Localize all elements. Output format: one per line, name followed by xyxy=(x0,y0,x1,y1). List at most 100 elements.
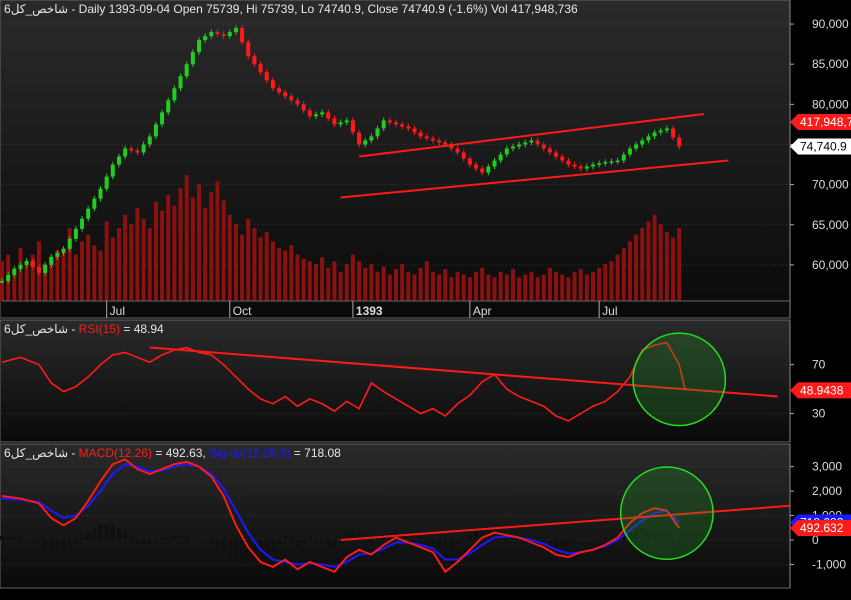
candle-body xyxy=(406,126,411,129)
candle-body xyxy=(394,122,398,125)
candle-body xyxy=(178,76,183,89)
y-tick-label: 80,000 xyxy=(812,97,849,111)
y-tick-label: 3,000 xyxy=(812,460,842,474)
y-tick-label: 60,000 xyxy=(812,258,849,272)
y-tick-label: 30 xyxy=(812,407,826,421)
rsi-title: 6شاخص_کل - RSI(15) = 48.94 xyxy=(4,322,164,336)
candle-body xyxy=(357,132,362,145)
candle-body xyxy=(498,154,503,161)
candle-body xyxy=(455,148,460,153)
candle-body xyxy=(12,268,17,275)
y-tick-label: -1,000 xyxy=(812,557,846,571)
signal-value: = 718.08 xyxy=(290,446,341,460)
candle-body xyxy=(381,120,386,129)
candle-body xyxy=(387,120,392,123)
candle-body xyxy=(664,128,669,131)
candle-body xyxy=(86,208,91,219)
candle-body xyxy=(277,88,282,93)
candle-body xyxy=(560,156,565,161)
candle-body xyxy=(0,280,4,283)
candle-body xyxy=(320,112,325,115)
candle-body xyxy=(55,252,60,257)
chart-title: 6شاخص_کل - Daily 1393-09-04 Open 75739, … xyxy=(4,2,578,16)
candle-body xyxy=(578,166,583,169)
candle-body xyxy=(597,163,602,165)
candle-body xyxy=(209,32,214,37)
candle-body xyxy=(67,238,72,249)
candle-body xyxy=(677,137,682,147)
candle-body xyxy=(338,122,343,125)
candle-body xyxy=(203,36,208,41)
macd-title-prefix: 6شاخص_کل - xyxy=(4,446,79,460)
candle-body xyxy=(658,130,663,133)
candle-body xyxy=(215,32,220,35)
candle-body xyxy=(135,150,140,153)
y-tick-label: 70 xyxy=(812,358,826,372)
rsi-indicator-name: RSI(15) xyxy=(79,322,120,336)
candle-body xyxy=(474,164,479,169)
candle-body xyxy=(350,120,355,133)
candle-body xyxy=(252,56,257,65)
candle-body xyxy=(270,80,275,89)
candle-body xyxy=(110,164,115,177)
candle-body xyxy=(591,164,595,167)
technical-chart: 60,00065,00070,00075,00080,00085,00090,0… xyxy=(0,0,851,589)
candle-body xyxy=(523,142,528,145)
candle-body xyxy=(49,256,54,265)
candle-body xyxy=(190,52,195,65)
candle-body xyxy=(646,136,651,141)
candle-body xyxy=(227,32,232,37)
candle-body xyxy=(634,144,639,149)
candle-body xyxy=(6,274,11,281)
price-tag-label: 417,948,7 xyxy=(800,115,851,129)
candle-body xyxy=(116,156,121,165)
rsi-value: = 48.94 xyxy=(120,322,164,336)
candle-body xyxy=(246,42,251,57)
price-tag-label: 48.9438 xyxy=(800,383,844,397)
candle-body xyxy=(166,100,171,113)
candle-body xyxy=(258,64,263,73)
candle-body xyxy=(492,160,497,167)
y-tick-label: 85,000 xyxy=(812,57,849,71)
candle-body xyxy=(609,161,614,163)
candle-body xyxy=(529,140,534,143)
candle-body xyxy=(510,146,515,149)
candle-body xyxy=(486,166,491,173)
candle-body xyxy=(129,148,134,151)
candle-body xyxy=(43,264,48,273)
candle-body xyxy=(627,148,632,155)
candle-body xyxy=(584,166,589,169)
candle-body xyxy=(61,248,66,253)
candle-body xyxy=(480,168,485,173)
candle-body xyxy=(80,218,85,229)
candle-body xyxy=(461,152,466,159)
candle-body xyxy=(400,124,405,127)
candle-body xyxy=(375,128,380,137)
x-tick-label: Oct xyxy=(233,304,252,318)
candle-body xyxy=(344,120,349,123)
candle-body xyxy=(572,164,577,167)
candle-body xyxy=(424,136,429,139)
price-tag-label: 492.632 xyxy=(800,521,844,535)
candle-body xyxy=(73,228,78,239)
x-tick-label: Jul xyxy=(602,304,617,318)
candle-body xyxy=(443,142,448,145)
candle-body xyxy=(30,260,35,267)
candle-body xyxy=(283,92,288,97)
candle-body xyxy=(418,132,423,137)
candle-body xyxy=(197,40,201,53)
candle-body xyxy=(98,188,103,199)
candle-body xyxy=(547,148,552,153)
candle-body xyxy=(437,140,442,143)
candle-body xyxy=(240,28,245,43)
highlight-circle xyxy=(632,332,727,427)
x-tick-label: 1393 xyxy=(356,304,383,318)
candle-body xyxy=(554,152,559,157)
rsi-title-prefix: 6شاخص_کل - xyxy=(4,322,79,336)
candle-body xyxy=(24,260,29,265)
candle-body xyxy=(671,128,676,138)
candle-body xyxy=(233,28,238,33)
candle-body xyxy=(18,264,23,269)
macd-title: 6شاخص_کل - MACD(12,26) = 492.63, Signal(… xyxy=(4,446,341,460)
macd-indicator-name: MACD(12,26) xyxy=(79,446,152,460)
